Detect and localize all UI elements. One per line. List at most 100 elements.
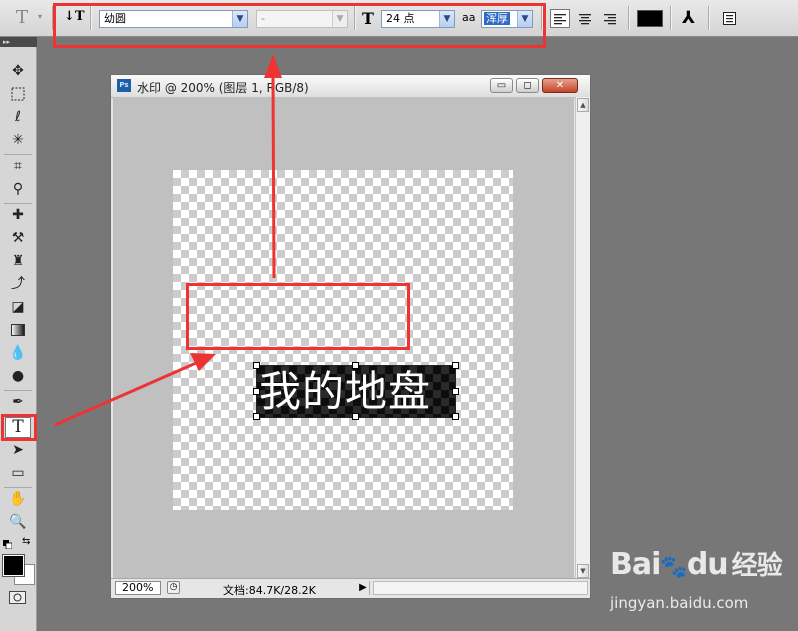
transform-handle[interactable] xyxy=(452,362,459,369)
baidu-jingyan-watermark: Bai🐾du 经验 jingyan.baidu.com xyxy=(610,545,796,625)
separator xyxy=(4,203,32,204)
transform-handle[interactable] xyxy=(452,388,459,395)
brush-tool-icon[interactable]: ⚒ xyxy=(5,228,31,249)
document-title-bar[interactable]: Ps 水印 @ 200% (图层 1, RGB/8) ▭ ◻ ✕ xyxy=(111,75,590,98)
jingyan-logo-text: 经验 xyxy=(731,551,783,581)
tool-preset-dropdown-icon[interactable]: ▾ xyxy=(38,12,42,21)
dodge-tool-icon[interactable]: ● xyxy=(5,366,31,387)
status-bar: 200% ◷ 文档:84.7K/28.2K ▶ xyxy=(111,578,590,598)
font-style-select[interactable]: - ▼ xyxy=(256,10,348,28)
font-family-value: 幼圆 xyxy=(104,12,126,25)
clone-stamp-tool-icon[interactable]: ♜ xyxy=(5,251,31,272)
tool-preset-icon[interactable]: T xyxy=(16,7,28,28)
baidu-logo: Bai🐾du 经验 xyxy=(610,545,783,582)
transform-handle[interactable] xyxy=(352,362,359,369)
tools-panel: ▸▸ ✥ ℓ ✳ ⌗ ⚲ ✚ ⚒ ♜ ⤴ ◪ 💧 ● ✒ T ➤ ▭ ✋ 🔍 ⇆ xyxy=(0,37,37,631)
antialias-select[interactable]: 浑厚 ▼ xyxy=(481,10,533,28)
history-brush-tool-icon[interactable]: ⤴ xyxy=(5,274,31,295)
align-left-icon xyxy=(554,14,566,25)
options-bar: T ▾ ↓T 幼圆 ▼ - ▼ T 24 点 ▼ aa 浑厚 ▼ ⅄ xyxy=(0,0,798,37)
document-window: Ps 水印 @ 200% (图层 1, RGB/8) ▭ ◻ ✕ 我的地盘 ▲ … xyxy=(110,74,591,599)
type-tool-icon[interactable]: T xyxy=(5,417,31,438)
font-family-select[interactable]: 幼圆 ▼ xyxy=(99,10,248,28)
align-center-icon xyxy=(579,14,591,25)
navigator-icon[interactable]: ◷ xyxy=(167,581,180,594)
transform-handle[interactable] xyxy=(253,362,260,369)
gradient-tool-icon[interactable] xyxy=(5,320,31,341)
transform-handle[interactable] xyxy=(253,413,260,420)
separator xyxy=(52,6,54,30)
separator xyxy=(541,6,543,30)
character-panel-button[interactable] xyxy=(720,9,740,28)
chevron-down-icon[interactable]: ▼ xyxy=(232,11,247,27)
separator xyxy=(708,6,710,30)
font-style-value: - xyxy=(261,12,265,25)
panel-grip[interactable]: ▸▸ xyxy=(0,37,37,47)
align-right-button[interactable] xyxy=(600,9,620,28)
photoshop-app-icon: Ps xyxy=(117,79,131,92)
separator xyxy=(90,6,92,30)
blur-tool-icon[interactable]: 💧 xyxy=(5,343,31,364)
document-size-info: 文档:84.7K/28.2K xyxy=(223,584,316,597)
document-title: 水印 @ 200% (图层 1, RGB/8) xyxy=(137,81,309,95)
separator xyxy=(670,6,672,30)
baidu-logo-text-du: du xyxy=(686,547,729,582)
canvas-area[interactable]: 我的地盘 xyxy=(113,97,574,579)
align-left-button[interactable] xyxy=(550,9,570,28)
hand-tool-icon[interactable]: ✋ xyxy=(5,489,31,510)
chevron-down-icon[interactable]: ▼ xyxy=(439,11,454,27)
scroll-down-icon[interactable]: ▼ xyxy=(577,564,589,578)
align-right-icon xyxy=(604,14,616,25)
separator xyxy=(4,487,32,488)
baidu-logo-text: Bai xyxy=(610,547,661,582)
text-orientation-icon[interactable]: ↓T xyxy=(64,9,85,24)
text-layer[interactable]: 我的地盘 xyxy=(256,365,456,418)
path-selection-tool-icon[interactable]: ➤ xyxy=(5,440,31,461)
move-tool-icon[interactable]: ✥ xyxy=(5,61,31,82)
pen-tool-icon[interactable]: ✒ xyxy=(5,392,31,413)
separator xyxy=(4,390,32,391)
crop-tool-icon[interactable]: ⌗ xyxy=(5,156,31,177)
transparent-canvas[interactable]: 我的地盘 xyxy=(173,170,513,510)
text-layer-content[interactable]: 我的地盘 xyxy=(257,366,457,417)
separator xyxy=(4,154,32,155)
vertical-scrollbar[interactable]: ▲ ▼ xyxy=(575,97,590,579)
magic-wand-tool-icon[interactable]: ✳ xyxy=(5,130,31,151)
status-menu-arrow-icon[interactable]: ▶ xyxy=(357,581,370,595)
zoom-tool-icon[interactable]: 🔍 xyxy=(5,512,31,533)
transform-handle[interactable] xyxy=(352,413,359,420)
swap-colors-icon[interactable]: ⇆ xyxy=(22,536,30,547)
font-size-value: 24 点 xyxy=(386,12,415,25)
antialias-value: 浑厚 xyxy=(484,12,510,25)
default-colors-icon[interactable] xyxy=(3,539,13,550)
font-size-icon: T xyxy=(362,9,374,28)
transform-handle[interactable] xyxy=(452,413,459,420)
healing-brush-tool-icon[interactable]: ✚ xyxy=(5,205,31,226)
minimize-button[interactable]: ▭ xyxy=(490,78,513,93)
eyedropper-tool-icon[interactable]: ⚲ xyxy=(5,179,31,200)
horizontal-scrollbar[interactable] xyxy=(373,581,588,595)
eraser-tool-icon[interactable]: ◪ xyxy=(5,297,31,318)
quick-mask-icon[interactable] xyxy=(9,591,26,604)
close-button[interactable]: ✕ xyxy=(542,78,578,93)
transform-handle[interactable] xyxy=(253,388,260,395)
paw-icon: 🐾 xyxy=(660,555,687,580)
text-color-swatch[interactable] xyxy=(637,10,663,27)
separator xyxy=(628,6,630,30)
align-center-button[interactable] xyxy=(575,9,595,28)
lasso-tool-icon[interactable]: ℓ xyxy=(5,107,31,128)
shape-tool-icon[interactable]: ▭ xyxy=(5,463,31,484)
scroll-up-icon[interactable]: ▲ xyxy=(577,98,589,112)
separator xyxy=(354,6,356,30)
zoom-level-field[interactable]: 200% xyxy=(115,581,161,595)
antialias-icon: aa xyxy=(462,11,476,24)
foreground-color-swatch[interactable] xyxy=(2,554,25,577)
font-size-select[interactable]: 24 点 ▼ xyxy=(381,10,455,28)
warp-text-icon[interactable]: ⅄ xyxy=(682,8,695,28)
watermark-url: jingyan.baidu.com xyxy=(610,594,749,612)
restore-button[interactable]: ◻ xyxy=(516,78,539,93)
chevron-down-icon[interactable]: ▼ xyxy=(517,11,532,27)
panels-icon xyxy=(723,12,736,25)
marquee-tool-icon[interactable] xyxy=(5,84,31,105)
chevron-down-icon[interactable]: ▼ xyxy=(332,11,347,27)
